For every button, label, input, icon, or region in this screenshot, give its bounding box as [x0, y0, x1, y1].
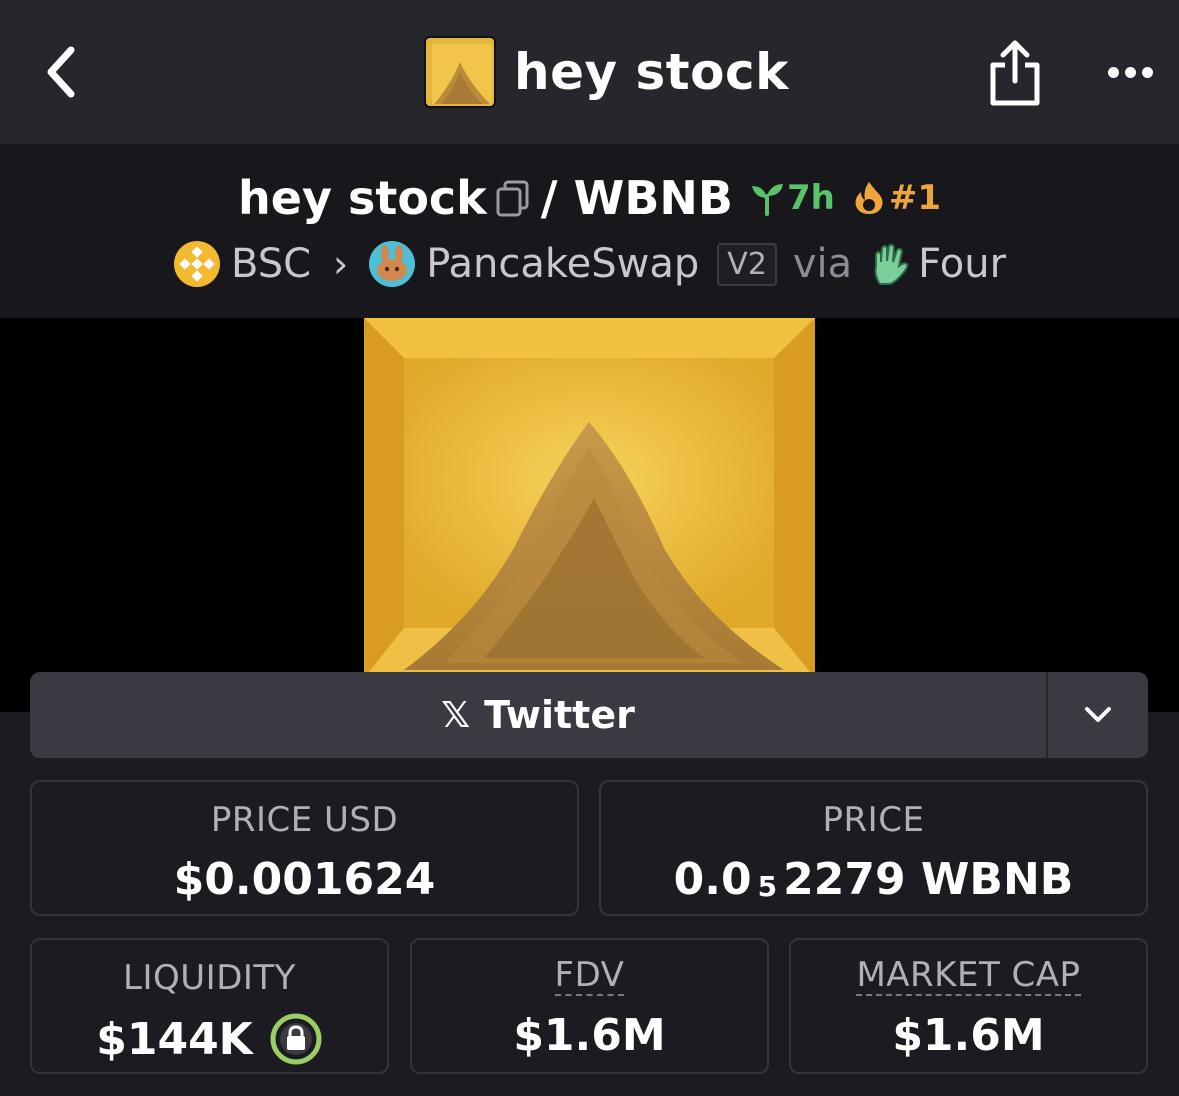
price-usd-value: $0.001624 [173, 854, 436, 905]
liquidity-card: LIQUIDITY $144K [30, 938, 389, 1074]
four-hand-icon [874, 243, 909, 285]
market-cap-card: MARKET CAP $1.6M [789, 938, 1148, 1074]
social-links-bar: 𝕏 Twitter [30, 672, 1148, 758]
price-suffix: 2279 WBNB [783, 854, 1074, 905]
liquidity-value: $144K [96, 1013, 253, 1065]
pair-base-symbol: hey stock [238, 171, 487, 225]
pancakeswap-icon [369, 241, 416, 287]
more-options-button[interactable] [1098, 54, 1162, 90]
launchpad-name[interactable]: Four [918, 241, 1006, 287]
nav-title: hey stock [514, 43, 789, 101]
twitter-label: Twitter [484, 693, 635, 737]
lock-icon[interactable] [269, 1012, 323, 1066]
trending-rank[interactable]: #1 [889, 178, 941, 218]
more-links-toggle[interactable] [1048, 672, 1148, 758]
more-icon [1107, 66, 1119, 78]
token-media-area [0, 318, 1179, 712]
back-chevron-icon [47, 46, 75, 98]
x-logo-icon: 𝕏 [441, 694, 471, 736]
price-usd-card: PRICE USD $0.001624 [30, 780, 579, 916]
sprout-icon [751, 184, 783, 216]
price-prefix: 0.0 [673, 854, 752, 905]
pair-title-row: hey stock / WBNB 7h #1 [0, 170, 1179, 226]
market-cap-value: $1.6M [892, 1009, 1045, 1061]
token-thumbnail [424, 36, 496, 108]
price-label: PRICE [822, 800, 925, 840]
fdv-value: $1.6M [513, 1009, 666, 1061]
twitter-button[interactable]: 𝕏 Twitter [30, 672, 1046, 758]
price-native-card: PRICE 0.0 5 2279 WBNB [599, 780, 1148, 916]
token-image [364, 318, 815, 678]
via-label: via [792, 241, 853, 287]
liquidity-value-row: $144K [96, 1012, 323, 1066]
pair-header: hey stock / WBNB 7h #1 BSC › PancakeSwap… [0, 144, 1179, 318]
dex-version-badge: V2 [717, 242, 777, 286]
pair-quote-symbol: WBNB [573, 171, 733, 225]
pair-meta-row: BSC › PancakeSwap V2 via Four [0, 236, 1179, 292]
chain-name[interactable]: BSC [231, 241, 311, 287]
price-usd-label: PRICE USD [210, 800, 399, 840]
chevron-down-icon [1085, 707, 1111, 722]
back-button[interactable] [36, 40, 86, 104]
dex-name[interactable]: PancakeSwap [426, 241, 699, 287]
price-native-value: 0.0 5 2279 WBNB [674, 854, 1074, 905]
flame-icon [855, 182, 883, 214]
nav-token-header[interactable]: hey stock [424, 36, 789, 108]
price-zero-count: 5 [757, 870, 778, 903]
pair-separator: / [540, 171, 558, 225]
market-cap-label[interactable]: MARKET CAP [856, 957, 1081, 996]
chevron-right-icon: › [333, 242, 349, 286]
liquidity-label: LIQUIDITY [123, 958, 296, 998]
bnb-chain-icon [173, 241, 220, 287]
share-icon [990, 40, 1040, 106]
fdv-card: FDV $1.6M [410, 938, 769, 1074]
fdv-label[interactable]: FDV [554, 957, 625, 996]
copy-icon[interactable] [495, 178, 531, 218]
top-navbar: hey stock [0, 0, 1179, 144]
pair-age: 7h [786, 178, 835, 218]
share-button[interactable] [984, 34, 1046, 110]
